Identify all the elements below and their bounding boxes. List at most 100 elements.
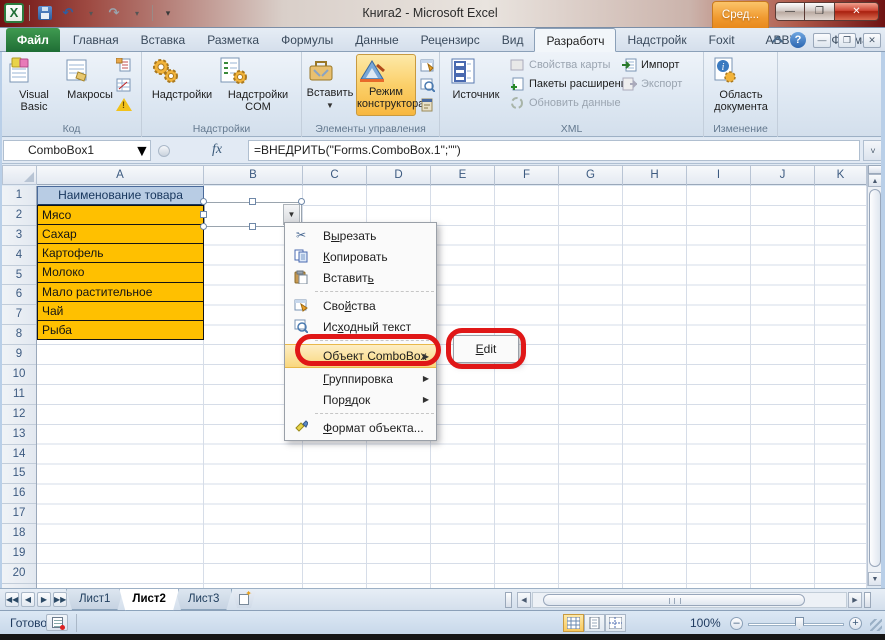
minimize-button[interactable]: — [775, 2, 805, 21]
workbook-restore-button[interactable]: ❐ [838, 33, 856, 48]
sheet-tab[interactable]: Лист2 [119, 589, 179, 611]
column-header[interactable]: C [303, 166, 367, 186]
cell-a1-header[interactable]: Наименование товара [37, 186, 204, 206]
menu-item-grouping[interactable]: Группировка [285, 368, 436, 389]
row-header[interactable]: 8 [2, 325, 36, 345]
row-header[interactable]: 10 [2, 365, 36, 385]
row-header[interactable]: 9 [2, 345, 36, 365]
visual-basic-button[interactable]: Visual Basic [6, 56, 62, 113]
ribbon-tab[interactable]: Разработч [534, 28, 616, 52]
undo-dropdown[interactable] [81, 4, 101, 22]
menu-item-order[interactable]: Порядок [285, 389, 436, 410]
excel-logo-icon[interactable] [4, 3, 24, 23]
zoom-in-button[interactable] [849, 617, 862, 630]
row-header[interactable]: 14 [2, 445, 36, 465]
redo-button[interactable] [104, 4, 124, 22]
workbook-close-button[interactable]: ✕ [863, 33, 881, 48]
horizontal-scrollbar-thumb[interactable] [543, 594, 805, 606]
column-header[interactable]: K [815, 166, 867, 186]
scroll-down-icon[interactable] [868, 572, 882, 586]
map-properties-button[interactable]: Свойства карты [510, 58, 633, 72]
properties-small-icon[interactable] [420, 58, 435, 72]
fx-icon[interactable]: fx [212, 142, 222, 158]
selection-handle-bottomleft[interactable] [200, 223, 207, 230]
row-header[interactable]: 20 [2, 564, 36, 584]
redo-dropdown[interactable] [127, 4, 147, 22]
worksheet-grid[interactable]: Наименование товара МясоСахарКартофельМо… [37, 186, 867, 588]
expand-formula-bar-icon[interactable] [863, 140, 883, 161]
product-cell[interactable]: Молоко [37, 262, 204, 282]
source-button[interactable]: Источник [448, 56, 504, 101]
ribbon-tab[interactable]: Данные [344, 28, 409, 52]
workbook-minimize-button[interactable]: — [813, 33, 831, 48]
column-header[interactable]: H [623, 166, 687, 186]
sheet-tab[interactable]: Лист3 [175, 589, 232, 610]
row-header[interactable]: 5 [2, 266, 36, 286]
page-break-view-button[interactable] [605, 614, 626, 632]
product-cell[interactable]: Мясо [37, 205, 204, 225]
product-cell[interactable]: Мало растительное [37, 282, 204, 302]
row-header[interactable]: 15 [2, 464, 36, 484]
column-header[interactable]: J [751, 166, 815, 186]
menu-item-cut[interactable]: ✂ Вырезать [285, 225, 436, 246]
product-cell[interactable]: Картофель [37, 243, 204, 263]
restore-button[interactable]: ❐ [805, 2, 835, 21]
product-cell[interactable]: Рыба [37, 320, 204, 340]
page-layout-view-button[interactable] [584, 614, 605, 632]
ribbon-tab[interactable]: Вставка [130, 28, 197, 52]
record-macro-button[interactable] [46, 614, 68, 631]
zoom-slider-thumb[interactable] [795, 617, 804, 630]
column-header[interactable]: D [367, 166, 431, 186]
row-header[interactable]: 1 [2, 186, 36, 206]
view-code-icon[interactable] [420, 78, 435, 92]
macros-button[interactable]: Макросы [64, 56, 116, 101]
vertical-scrollbar-thumb[interactable] [869, 189, 881, 567]
ribbon-tab[interactable]: Надстройк [616, 28, 697, 52]
contextual-tab-group[interactable]: Сред... [712, 1, 769, 28]
record-macro-icon[interactable] [116, 58, 131, 72]
product-cell[interactable]: Сахар [37, 224, 204, 244]
scroll-right-icon[interactable]: ▶ [848, 592, 862, 608]
ribbon-tab[interactable]: Формулы [270, 28, 344, 52]
export-button[interactable]: Экспорт [622, 77, 682, 91]
selection-handle-topleft[interactable] [200, 198, 207, 205]
help-icon[interactable] [790, 32, 806, 48]
insert-control-button[interactable]: Вставить ▼ [306, 56, 354, 112]
vertical-split-handle[interactable] [868, 165, 882, 174]
expansion-packs-button[interactable]: Пакеты расширения [510, 77, 633, 91]
name-box-dropdown-icon[interactable] [134, 143, 150, 161]
menu-item-paste[interactable]: Вставить [285, 267, 436, 288]
addins-button[interactable]: Надстройки [150, 56, 214, 101]
product-cell[interactable]: Чай [37, 301, 204, 321]
close-button[interactable]: ✕ [835, 2, 879, 21]
undo-button[interactable] [58, 4, 78, 22]
insert-sheet-tab[interactable] [232, 591, 256, 608]
selection-handle-topcenter[interactable] [249, 198, 256, 205]
selection-handle-topright[interactable] [298, 198, 305, 205]
resize-grip[interactable] [870, 619, 882, 631]
formula-input[interactable]: =ВНЕДРИТЬ("Forms.ComboBox.1";"") [248, 140, 860, 161]
selection-handle-bottomcenter[interactable] [249, 223, 256, 230]
ribbon-tab[interactable]: Foxit PDF [698, 28, 755, 52]
row-header[interactable]: 19 [2, 544, 36, 564]
tab-scrollbar-splitter[interactable] [505, 592, 512, 608]
ribbon-tab[interactable]: Файл [6, 28, 60, 52]
normal-view-button[interactable] [563, 614, 584, 632]
scroll-up-icon[interactable] [868, 174, 882, 187]
select-all-corner[interactable] [2, 165, 37, 185]
horizontal-scrollbar[interactable] [532, 592, 847, 608]
prev-sheet-icon[interactable]: ◀ [21, 592, 35, 607]
row-header[interactable]: 12 [2, 405, 36, 425]
import-button[interactable]: Импорт [622, 58, 682, 72]
refresh-data-button[interactable]: Обновить данные [510, 96, 633, 110]
row-header[interactable]: 3 [2, 226, 36, 246]
column-header[interactable]: I [687, 166, 751, 186]
row-header[interactable]: 17 [2, 504, 36, 524]
menu-item-properties[interactable]: Свойства [285, 295, 436, 316]
row-header[interactable]: 4 [2, 246, 36, 266]
row-header[interactable]: 13 [2, 425, 36, 445]
next-sheet-icon[interactable]: ▶ [37, 592, 51, 607]
selection-handle-midleft[interactable] [200, 211, 207, 218]
ribbon-tab[interactable]: Главная [62, 28, 130, 52]
scrollbar-splitter-right[interactable] [864, 592, 871, 608]
